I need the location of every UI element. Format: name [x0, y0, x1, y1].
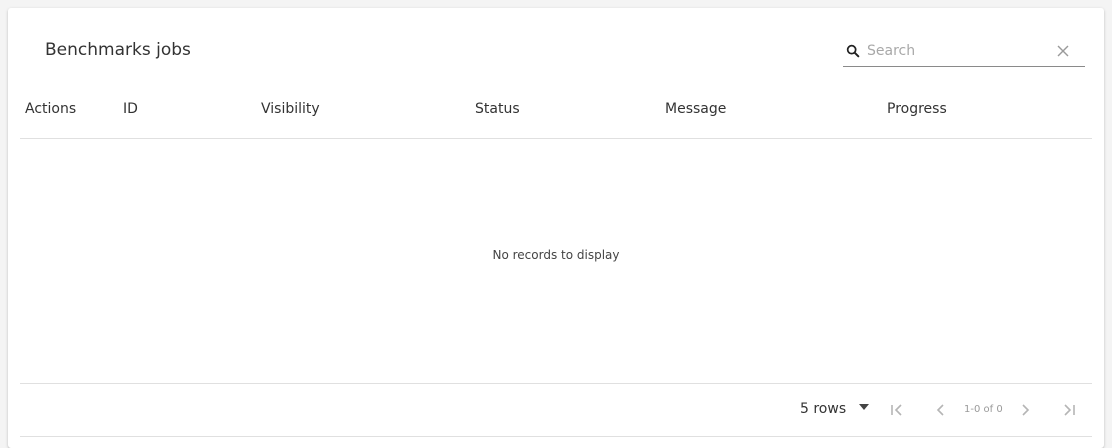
caret-down-icon[interactable] [859, 404, 869, 410]
rows-per-page-select[interactable]: 5 rows [800, 401, 846, 417]
first-page-icon[interactable] [888, 401, 906, 419]
column-header-progress[interactable]: Progress [887, 101, 947, 117]
page-info: 1-0 of 0 [964, 404, 1003, 415]
benchmarks-jobs-card: Benchmarks jobs Actions ID Visibility St… [8, 8, 1104, 448]
close-icon[interactable] [1056, 44, 1070, 58]
footer-bottom-divider [20, 436, 1092, 437]
footer-divider [20, 383, 1092, 384]
column-header-visibility[interactable]: Visibility [261, 101, 320, 117]
search-input[interactable] [867, 41, 1047, 61]
chevron-left-icon[interactable] [932, 401, 950, 419]
chevron-right-icon[interactable] [1016, 401, 1034, 419]
column-header-actions[interactable]: Actions [25, 101, 76, 117]
column-header-status[interactable]: Status [475, 101, 520, 117]
table-header: Actions ID Visibility Status Message Pro… [20, 94, 1092, 139]
table-title: Benchmarks jobs [45, 40, 191, 60]
last-page-icon[interactable] [1060, 401, 1078, 419]
empty-state-message: No records to display [492, 248, 620, 262]
search-icon [846, 44, 860, 58]
column-header-message[interactable]: Message [665, 101, 726, 117]
column-header-id[interactable]: ID [123, 101, 138, 117]
search-field[interactable] [843, 38, 1085, 67]
pagination-bar: 5 rows 1-0 of 0 [8, 396, 1104, 426]
